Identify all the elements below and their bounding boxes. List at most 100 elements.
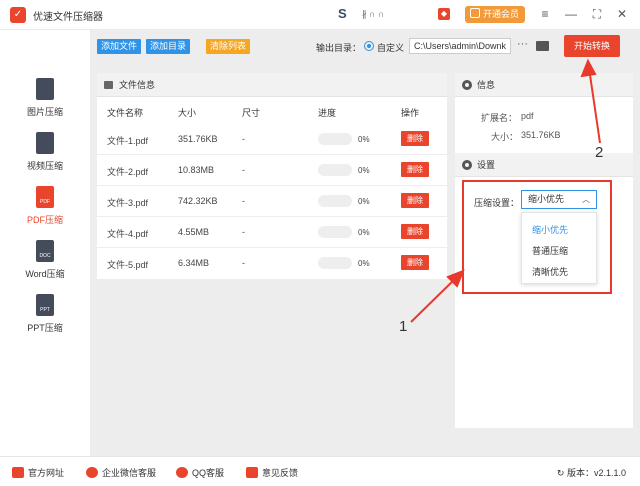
progress-percent: 0% — [358, 228, 370, 237]
compress-mode-select[interactable]: 缩小优先 ︿ — [521, 190, 597, 209]
file-size: 742.32KB — [178, 196, 218, 206]
file-size: 6.34MB — [178, 258, 210, 268]
title-bar: ✓ 优速文件压缩器 S ∦ ∩ ∩ ◆ 开通会员 ≡ — ⛶ ✕ — [0, 0, 640, 30]
sidebar-item-word[interactable]: DOC Word压缩 — [0, 240, 90, 280]
gear-icon — [462, 160, 472, 170]
file-dims: - — [242, 227, 245, 237]
progress-percent: 0% — [358, 259, 370, 268]
table-row: 文件-1.pdf 351.76KB - 0% 删除 — [97, 124, 447, 155]
footer: 官方网址 企业微信客服 QQ客服 意见反馈 ↻ 版本：v2.1.1.0 — [0, 456, 640, 486]
vip-label: 开通会员 — [483, 9, 520, 19]
size-label: 大小： — [491, 132, 519, 142]
col-header-progress: 进度 — [318, 108, 337, 118]
qq-label: QQ客服 — [192, 468, 225, 478]
refresh-icon[interactable]: ↻ — [557, 468, 567, 478]
progress-bar — [318, 195, 352, 207]
file-size: 4.55MB — [178, 227, 210, 237]
annotation-number-1: 1 — [399, 318, 408, 335]
sidebar-item-ppt[interactable]: PPT PPT压缩 — [0, 294, 90, 334]
option-normal[interactable]: 普通压缩 — [532, 244, 568, 257]
start-convert-button[interactable]: 开始转换 — [564, 35, 620, 57]
sidebar: 图片压缩 视频压缩 PDF PDF压缩 DOC Word压缩 PPT PPT压缩 — [0, 30, 90, 456]
close-icon[interactable]: ✕ — [614, 6, 630, 22]
settings-header: 设置 — [455, 153, 633, 177]
maximize-icon[interactable]: ⛶ — [589, 6, 605, 22]
compress-mode-dropdown: 缩小优先 普通压缩 清晰优先 — [521, 212, 597, 284]
file-dims: - — [242, 165, 245, 175]
compress-setting-label: 压缩设置： — [474, 198, 520, 208]
sidebar-item-video[interactable]: 视频压缩 — [0, 132, 90, 172]
vip-button[interactable]: 开通会员 — [465, 6, 525, 23]
custom-radio[interactable] — [364, 41, 374, 51]
ext-value: pdf — [521, 111, 534, 121]
version-text: 版本：v2.1.1.0 — [566, 468, 626, 478]
table-row: 文件-4.pdf 4.55MB - 0% 删除 — [97, 217, 447, 248]
file-dims: - — [242, 196, 245, 206]
brand-text: ∦ ∩ ∩ — [362, 9, 385, 19]
delete-button[interactable]: 删除 — [401, 162, 429, 177]
video-file-icon — [36, 132, 54, 154]
progress-bar — [318, 226, 352, 238]
footer-wechat-link[interactable]: 企业微信客服 — [86, 466, 156, 479]
footer-qq-link[interactable]: QQ客服 — [176, 466, 224, 479]
annotation-number-2: 2 — [595, 144, 604, 161]
image-file-icon — [36, 78, 54, 100]
file-dims: - — [242, 134, 245, 144]
compress-mode-value: 缩小优先 — [528, 194, 565, 204]
feedback-label: 意见反馈 — [262, 468, 299, 478]
sidebar-item-pdf[interactable]: PDF PDF压缩 — [0, 186, 90, 226]
col-header-size: 大小 — [178, 108, 197, 118]
sidebar-item-label: 视频压缩 — [26, 161, 63, 171]
table-row: 文件-5.pdf 6.34MB - 0% 删除 — [97, 248, 447, 279]
file-name: 文件-5.pdf — [107, 260, 149, 270]
delete-button[interactable]: 删除 — [401, 224, 429, 239]
file-info-header: 文件信息 — [97, 73, 447, 97]
brand-logo-icon: S — [338, 6, 347, 21]
table-row: 文件-2.pdf 10.83MB - 0% 删除 — [97, 155, 447, 186]
file-size: 351.76KB — [178, 134, 218, 144]
minimize-icon[interactable]: — — [563, 6, 579, 22]
progress-percent: 0% — [358, 135, 370, 144]
version-label: ↻ 版本：v2.1.1.0 — [557, 466, 626, 479]
file-size: 10.83MB — [178, 165, 215, 175]
file-name: 文件-2.pdf — [107, 167, 149, 177]
delete-button[interactable]: 删除 — [401, 255, 429, 270]
chevron-up-icon: ︿ — [582, 195, 590, 204]
more-icon[interactable]: ··· — [517, 38, 528, 50]
menu-icon[interactable]: ≡ — [537, 6, 553, 22]
progress-bar — [318, 257, 352, 269]
wechat-label: 企业微信客服 — [102, 468, 157, 478]
footer-feedback-link[interactable]: 意见反馈 — [246, 466, 298, 479]
folder-icon[interactable] — [536, 41, 549, 51]
sidebar-item-image[interactable]: 图片压缩 — [0, 78, 90, 118]
sidebar-item-label: PDF压缩 — [26, 215, 63, 225]
add-folder-button[interactable]: 添加目录 — [146, 39, 191, 54]
sidebar-item-label: 图片压缩 — [26, 107, 63, 117]
add-file-button[interactable]: 添加文件 — [97, 39, 142, 54]
qq-icon — [176, 467, 188, 478]
option-shrink-first[interactable]: 缩小优先 — [532, 223, 568, 236]
shop-icon[interactable]: ◆ — [438, 8, 450, 20]
file-name: 文件-1.pdf — [107, 136, 149, 146]
website-icon — [12, 467, 24, 478]
sidebar-item-label: Word压缩 — [25, 269, 65, 279]
app-logo-icon: ✓ — [10, 7, 26, 23]
footer-website-link[interactable]: 官方网址 — [12, 466, 64, 479]
pdf-file-icon: PDF — [36, 186, 54, 208]
output-dir-label: 输出目录： — [316, 43, 362, 53]
app-title: 优速文件压缩器 — [33, 12, 103, 23]
table-row: 文件-3.pdf 742.32KB - 0% 删除 — [97, 186, 447, 217]
vip-icon — [470, 8, 480, 18]
doc-file-icon: DOC — [36, 240, 54, 262]
progress-bar — [318, 164, 352, 176]
output-path-input[interactable]: C:\Users\admin\Downk — [409, 38, 511, 54]
clear-list-button[interactable]: 清除列表 — [206, 39, 251, 54]
custom-radio-label: 自定义 — [377, 43, 405, 53]
col-header-action: 操作 — [401, 108, 420, 118]
settings-title: 设置 — [477, 160, 496, 170]
delete-button[interactable]: 删除 — [401, 131, 429, 146]
ppt-file-icon: PPT — [36, 294, 54, 316]
size-value: 351.76KB — [521, 130, 561, 140]
option-clarity-first[interactable]: 清晰优先 — [532, 265, 568, 278]
delete-button[interactable]: 删除 — [401, 193, 429, 208]
